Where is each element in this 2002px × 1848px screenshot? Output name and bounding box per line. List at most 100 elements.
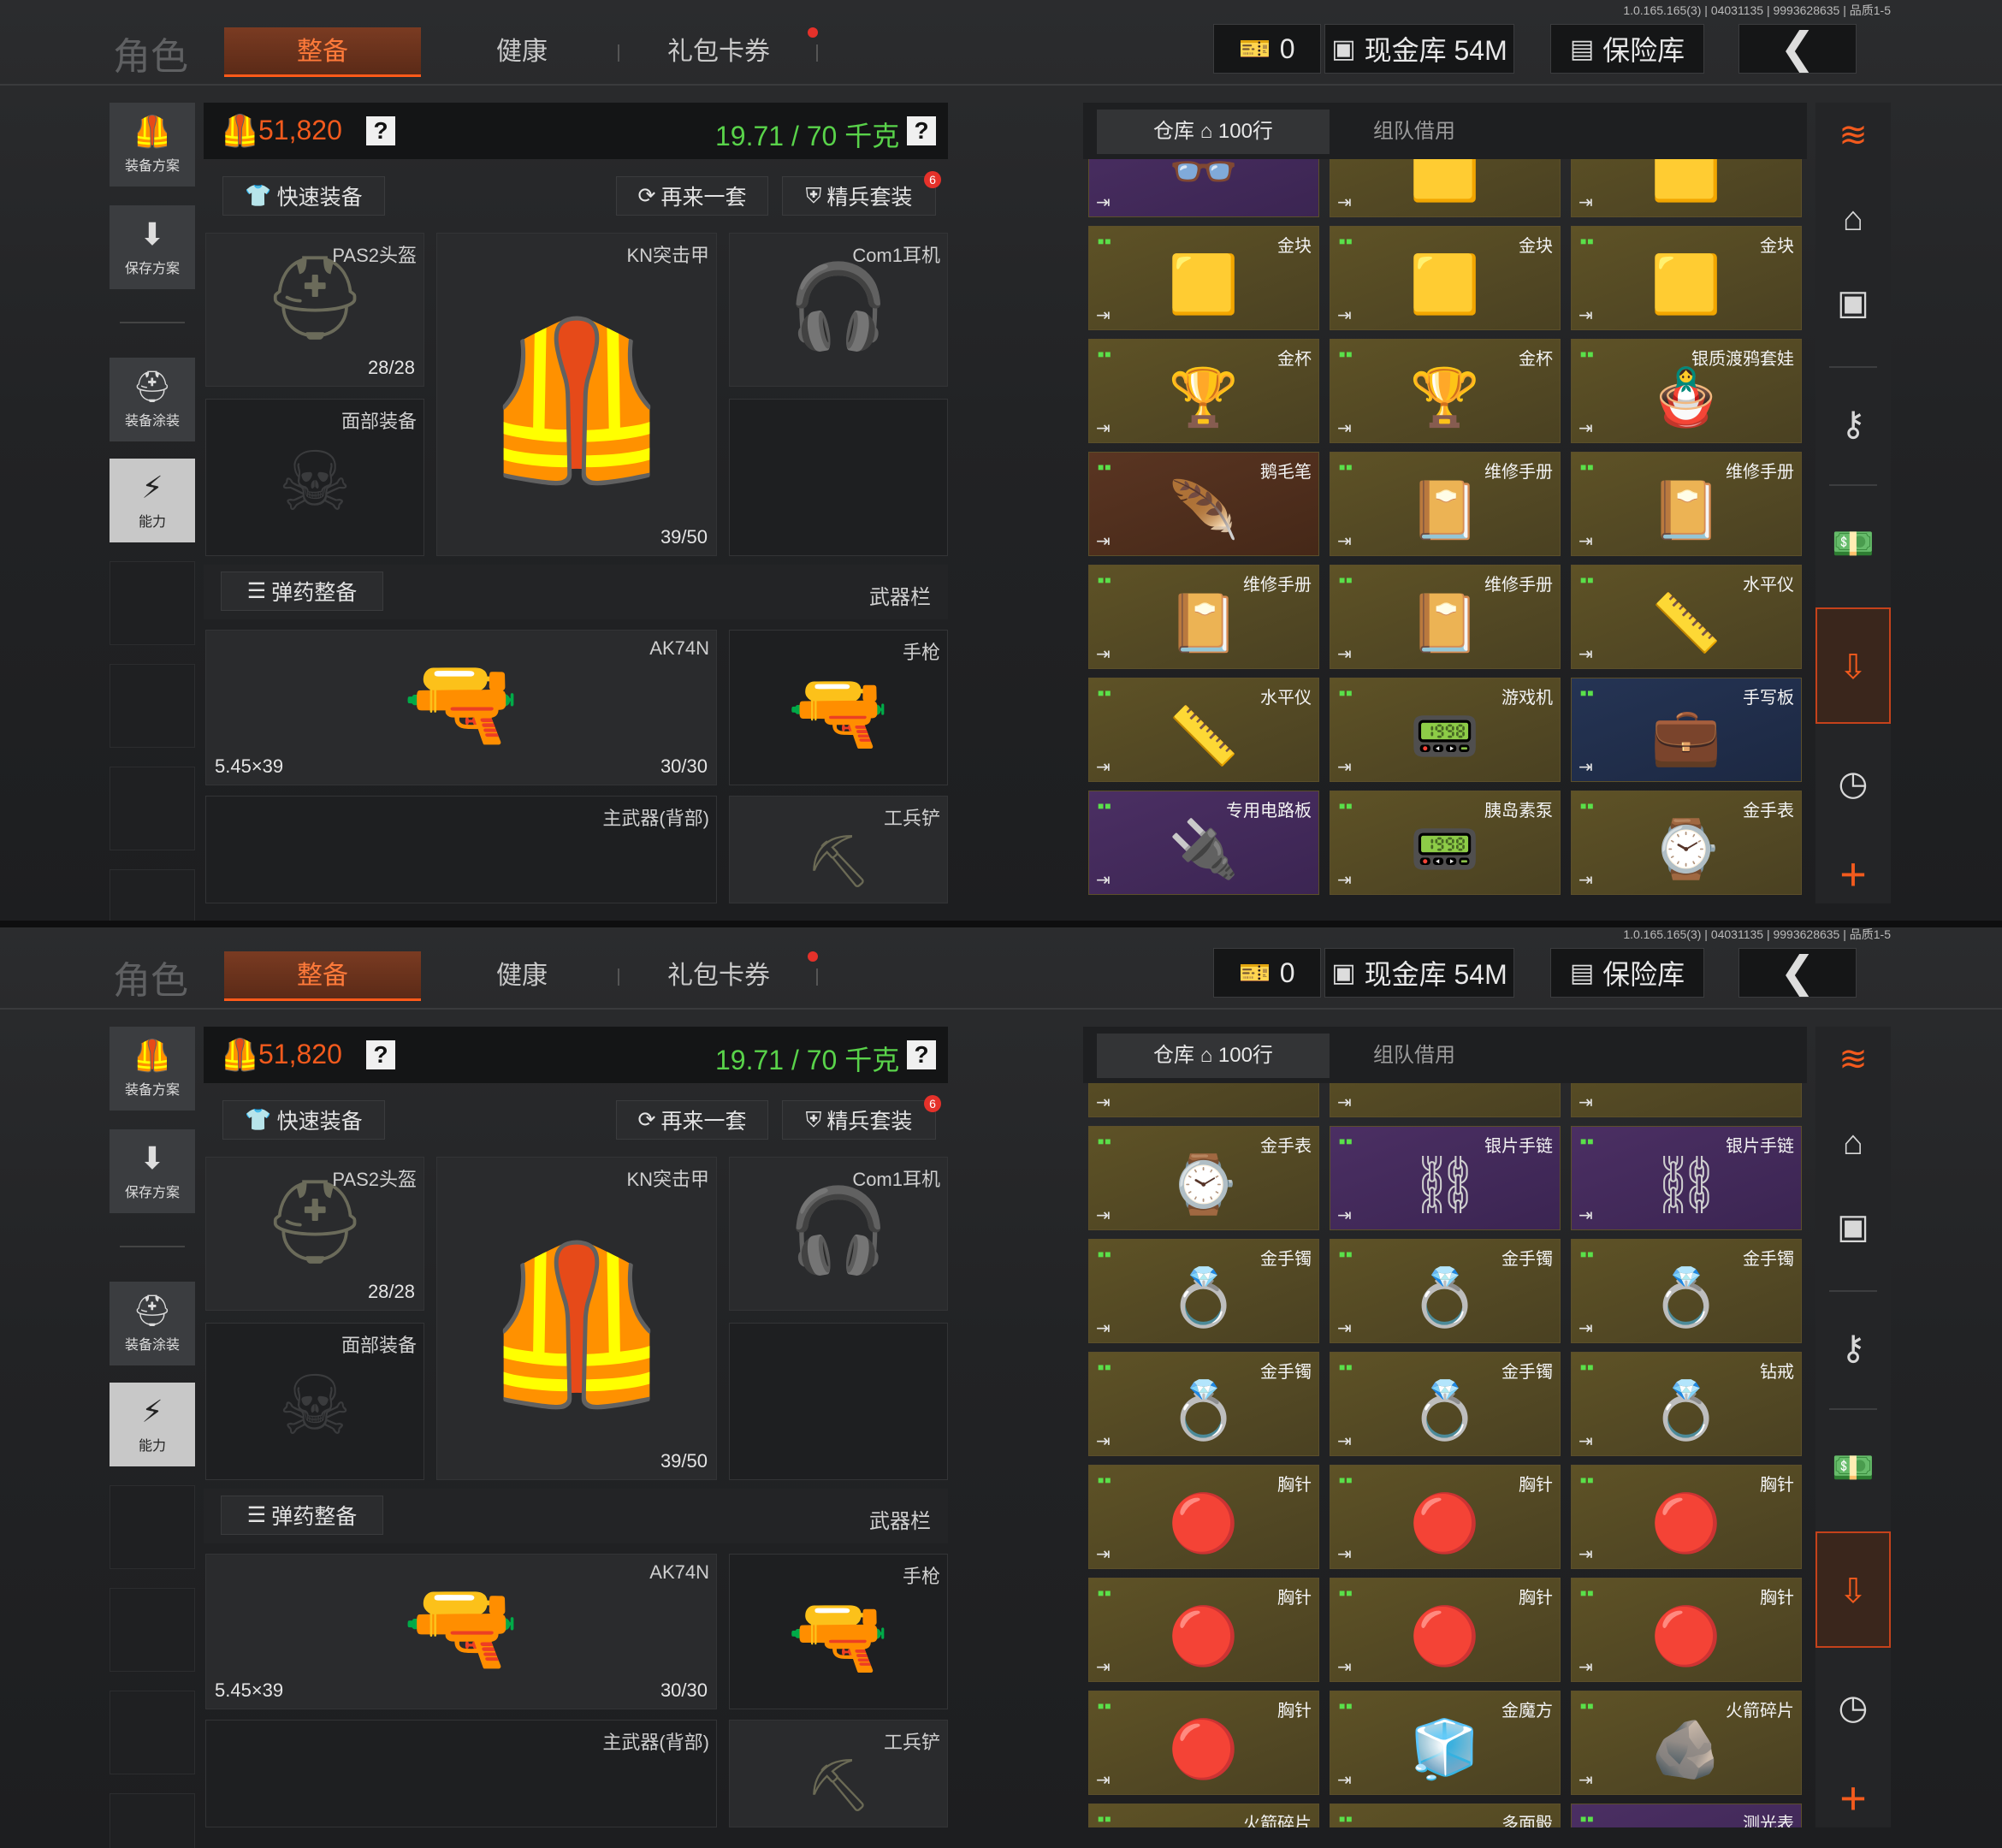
pistol-slot[interactable]: 🔫 手枪 [729, 630, 948, 785]
headset-slot[interactable]: 🎧 Com1耳机 [729, 233, 948, 387]
inventory-item[interactable]: ■■ 📟 游戏机 ⇥ [1330, 678, 1561, 782]
cash-vault-button[interactable]: ▣ 现金库 54M [1324, 948, 1514, 998]
tab-warehouse[interactable]: 仓库 ⌂ 100行 [1097, 1034, 1330, 1078]
ticket-counter[interactable]: 🎫 0 [1213, 24, 1321, 74]
inventory-item[interactable]: ■■ 💼 手写板 ⇥ [1571, 678, 1802, 782]
quick-equip-button[interactable]: 👕 快速装备 [222, 176, 385, 216]
empty-gear-slot[interactable] [729, 399, 948, 556]
cash-icon[interactable]: 💵 [1815, 1425, 1891, 1511]
inventory-item[interactable]: ■■📷测光表⇥ [1571, 1804, 1802, 1827]
inventory-item[interactable]: ■■ 💍 金手镯 ⇥ [1330, 1239, 1561, 1343]
inventory-item[interactable]: ■■🟨⇥ [1571, 159, 1802, 217]
ammo-prep-button[interactable]: ☰ 弹药整备 [221, 572, 383, 611]
inventory-item[interactable]: ■■ 🪶 鹅毛笔 ⇥ [1088, 452, 1319, 556]
armor-slot[interactable]: 🦺 KN突击甲 39/50 [436, 1157, 717, 1480]
inventory-item[interactable]: ■■🎲多面骰⇥ [1330, 1804, 1561, 1827]
back-button[interactable]: ❮ [1738, 24, 1857, 74]
inventory-item[interactable]: ■■ 💍 金手镯 ⇥ [1330, 1352, 1561, 1456]
inventory-item[interactable]: ■■ 📟 胰岛素泵 ⇥ [1330, 791, 1561, 895]
money-help-button[interactable]: ? [366, 116, 395, 145]
inventory-item[interactable]: ■■🪨火箭碎片⇥ [1571, 1691, 1802, 1795]
face-slot[interactable]: ☠ 面部装备 [205, 1323, 424, 1480]
inventory-item[interactable]: ■■ 📔 维修手册 ⇥ [1330, 565, 1561, 669]
home-icon[interactable]: ⌂ [1815, 176, 1891, 262]
cash-vault-button[interactable]: ▣ 现金库 54M [1324, 24, 1514, 74]
inventory-item[interactable]: ■■ 🔌 专用电路板 ⇥ [1088, 791, 1319, 895]
inventory-item[interactable]: ■■ 🔴 胸针 ⇥ [1330, 1465, 1561, 1569]
secondary-weapon-slot[interactable]: 主武器(背部) [205, 796, 717, 903]
inventory-item[interactable]: ■■ 💍 金手镯 ⇥ [1571, 1239, 1802, 1343]
inventory-item[interactable]: ■■ 🔴 胸针 ⇥ [1571, 1465, 1802, 1569]
tab-warehouse[interactable]: 仓库 ⌂ 100行 [1097, 110, 1330, 154]
money-help-button[interactable]: ? [366, 1040, 395, 1069]
inventory-item[interactable]: ■■ 📔 维修手册 ⇥ [1330, 452, 1561, 556]
primary-weapon-slot[interactable]: 🔫 AK74N 5.45×39 30/30 [205, 630, 717, 785]
elite-kit-button[interactable]: ⛨ 精兵套装 [782, 176, 936, 216]
headset-slot[interactable]: 🎧 Com1耳机 [729, 1157, 948, 1311]
again-button[interactable]: ⟳ 再来一套 [616, 1100, 768, 1140]
tab-gift-coupons[interactable]: 礼包卡券 [650, 27, 787, 77]
safe-button[interactable]: ▤ 保险库 [1550, 24, 1704, 74]
inventory-item[interactable]: ■■ 📏 水平仪 ⇥ [1088, 678, 1319, 782]
paint-button[interactable]: ⛑ 装备涂装 [110, 358, 195, 441]
loadout-plan-button[interactable]: 🦺 装备方案 [110, 1027, 195, 1111]
inventory-item[interactable]: ■■ 🪆 银质渡鸦套娃 ⇥ [1571, 339, 1802, 443]
inventory-item[interactable]: ■■ 🏆 金杯 ⇥ [1088, 339, 1319, 443]
inventory-item[interactable]: ■■⇥ [1088, 1083, 1319, 1117]
tab-health[interactable]: 健康 [453, 27, 590, 77]
inventory-item[interactable]: ■■ 📔 维修手册 ⇥ [1088, 565, 1319, 669]
inventory-item[interactable]: ■■👓⇥ [1088, 159, 1319, 217]
empty-gear-slot[interactable] [729, 1323, 948, 1480]
inventory-item[interactable]: ■■ 🔴 胸针 ⇥ [1088, 1691, 1319, 1795]
safe-button[interactable]: ▤ 保险库 [1550, 948, 1704, 998]
tab-loadout[interactable]: 整备 [224, 951, 421, 1001]
inventory-item[interactable]: ■■ 🟨 金块 ⇥ [1088, 226, 1319, 330]
inventory-item[interactable]: ■■ ⌚ 金手表 ⇥ [1571, 791, 1802, 895]
shovel-slot[interactable]: ⛏ 工兵铲 [729, 796, 948, 903]
cash-icon[interactable]: 💵 [1815, 501, 1891, 587]
inventory-item[interactable]: ■■ ⌚ 金手表 ⇥ [1088, 1126, 1319, 1230]
ability-button[interactable]: ⚡ 能力 [110, 459, 195, 542]
stack-icon[interactable]: ≋ [1815, 1016, 1891, 1102]
inventory-item[interactable]: ■■ ⛓ 银片手链 ⇥ [1330, 1126, 1561, 1230]
plus-icon[interactable]: + [1815, 1756, 1891, 1841]
key-icon[interactable]: ⚷ [1815, 382, 1891, 467]
inventory-item[interactable]: ■■ 🔴 胸针 ⇥ [1088, 1465, 1319, 1569]
inventory-item[interactable]: ■■ 📏 水平仪 ⇥ [1571, 565, 1802, 669]
quick-equip-button[interactable]: 👕 快速装备 [222, 1100, 385, 1140]
inventory-item[interactable]: ■■ 🔴 胸针 ⇥ [1571, 1578, 1802, 1682]
helmet-slot[interactable]: ⛑ PAS2头盔 28/28 [205, 1157, 424, 1311]
inventory-item[interactable]: ■■ 💍 钻戒 ⇥ [1571, 1352, 1802, 1456]
primary-weapon-slot[interactable]: 🔫 AK74N 5.45×39 30/30 [205, 1554, 717, 1709]
armor-slot[interactable]: 🦺 KN突击甲 39/50 [436, 233, 717, 556]
tab-gift-coupons[interactable]: 礼包卡券 [650, 951, 787, 1001]
weight-help-button[interactable]: ? [907, 116, 936, 145]
inventory-item[interactable]: ■■ 🟨 金块 ⇥ [1330, 226, 1561, 330]
inventory-item[interactable]: ■■ ⛓ 银片手链 ⇥ [1571, 1126, 1802, 1230]
weight-help-button[interactable]: ? [907, 1040, 936, 1069]
save-plan-button[interactable]: ⬇ 保存方案 [110, 205, 195, 289]
safe-icon[interactable]: ▣ [1815, 1184, 1891, 1270]
shovel-slot[interactable]: ⛏ 工兵铲 [729, 1720, 948, 1827]
secondary-weapon-slot[interactable]: 主武器(背部) [205, 1720, 717, 1827]
safe-icon[interactable]: ▣ [1815, 260, 1891, 346]
tab-health[interactable]: 健康 [453, 951, 590, 1001]
tab-loadout[interactable]: 整备 [224, 27, 421, 77]
inventory-item[interactable]: ■■ 🟨 金块 ⇥ [1571, 226, 1802, 330]
inventory-item[interactable]: ■■ 🏆 金杯 ⇥ [1330, 339, 1561, 443]
ticket-counter[interactable]: 🎫 0 [1213, 948, 1321, 998]
ability-button[interactable]: ⚡ 能力 [110, 1383, 195, 1466]
ammo-prep-button[interactable]: ☰ 弹药整备 [221, 1496, 383, 1535]
inventory-icon[interactable]: ⇩ [1815, 1531, 1891, 1648]
helmet-slot[interactable]: ⛑ PAS2头盔 28/28 [205, 233, 424, 387]
tab-team-borrow[interactable]: 组队借用 [1335, 110, 1494, 154]
inventory-icon[interactable]: ⇩ [1815, 607, 1891, 724]
inventory-item[interactable]: ■■ 💍 金手镯 ⇥ [1088, 1239, 1319, 1343]
paint-button[interactable]: ⛑ 装备涂装 [110, 1282, 195, 1365]
loadout-plan-button[interactable]: 🦺 装备方案 [110, 103, 195, 187]
inventory-item[interactable]: ■■⇥ [1571, 1083, 1802, 1117]
clock-icon[interactable]: ◷ [1815, 741, 1891, 826]
pistol-slot[interactable]: 🔫 手枪 [729, 1554, 948, 1709]
home-icon[interactable]: ⌂ [1815, 1100, 1891, 1186]
inventory-item[interactable]: ■■🟨⇥ [1330, 159, 1561, 217]
